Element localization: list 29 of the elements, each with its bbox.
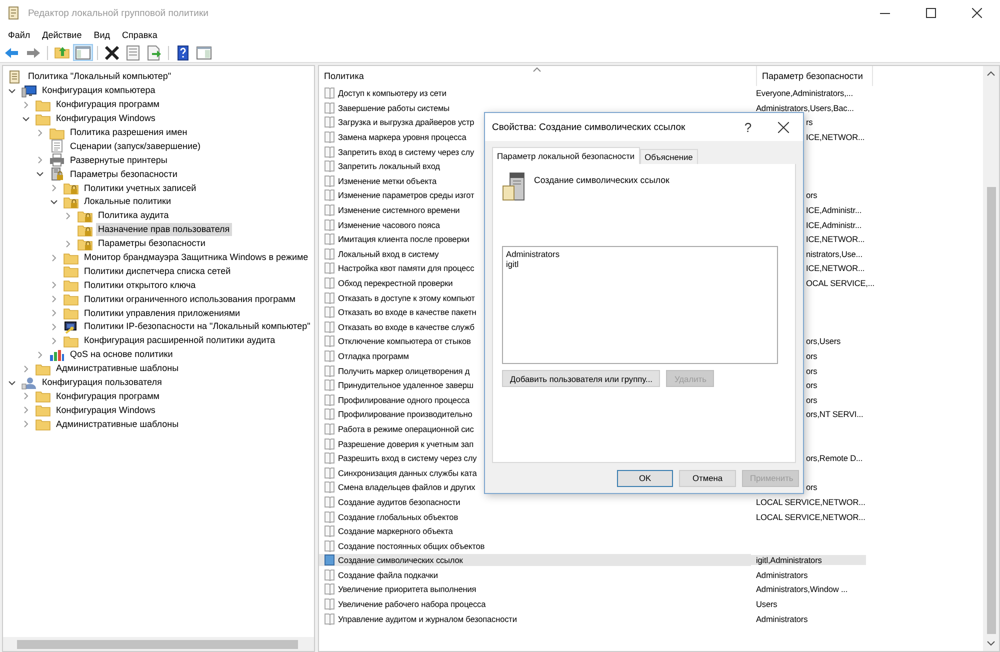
- table-cell: Administrators,Window ...: [756, 584, 848, 594]
- table-cell: ors,NT SERVI...: [806, 409, 864, 420]
- table-cell: ors,Remote D...: [806, 453, 863, 464]
- policy-name: Создание символических ссылок: [534, 174, 670, 185]
- table-cell: ors: [806, 482, 818, 492]
- table-cell: rs: [806, 117, 813, 128]
- table-cell: ICE,NETWOR...: [806, 234, 865, 244]
- table-cell: ICE,NETWOR...: [806, 263, 865, 274]
- table-cell: ors: [806, 350, 818, 361]
- table-cell: ICE,Administr...: [806, 220, 862, 230]
- table-cell: Users: [756, 599, 778, 610]
- table-cell: Administrators: [756, 570, 808, 580]
- table-cell: ors: [806, 366, 818, 376]
- dialog-title: Свойства: Создание символических ссылок: [492, 122, 686, 132]
- table-cell: ors: [806, 190, 818, 200]
- table-cell: Everyone,Administrators,...: [756, 88, 853, 98]
- table-cell: ICE,NETWOR...: [806, 132, 865, 142]
- table-cell: nistrators,Use...: [806, 248, 862, 259]
- table-cell: Administrators: [756, 614, 808, 624]
- table-cell: OCAL SERVICE,...: [806, 278, 874, 288]
- table-cell: ICE,Administr...: [806, 205, 862, 216]
- table-cell: Administrators,Users,Bac...: [756, 102, 854, 113]
- window-title: Редактор локальной групповой политики: [28, 8, 210, 18]
- table-cell: ors: [806, 380, 818, 390]
- table-cell: LOCAL SERVICE,NETWOR...: [756, 512, 866, 522]
- table-cell: ors,Users: [806, 336, 841, 346]
- table-cell: LOCAL SERVICE,NETWOR...: [756, 496, 866, 507]
- table-cell: ors: [806, 394, 818, 405]
- table-cell: igitl,Administrators: [756, 555, 822, 566]
